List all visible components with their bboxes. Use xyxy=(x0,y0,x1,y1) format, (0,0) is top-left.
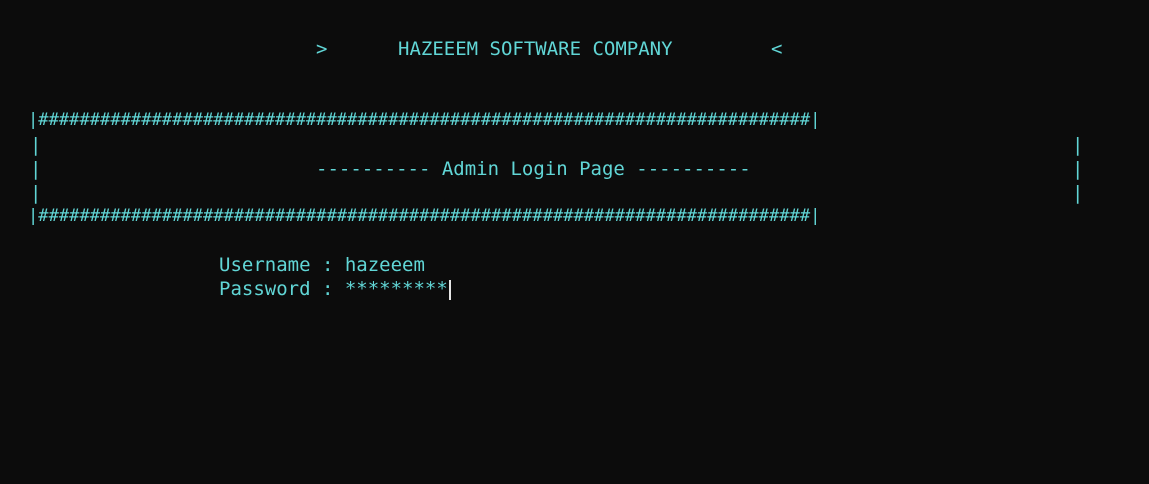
banner-side-right: | xyxy=(1072,158,1084,180)
company-title: HAZEEEM SOFTWARE COMPANY xyxy=(398,38,673,60)
text-cursor xyxy=(448,279,451,300)
banner-bottom-border: |#######################################… xyxy=(28,206,821,226)
password-input[interactable]: ********* xyxy=(345,278,448,300)
admin-login-title: ---------- Admin Login Page ---------- xyxy=(316,158,751,180)
username-label: Username : xyxy=(219,254,345,276)
banner-side-right: | xyxy=(1072,182,1084,204)
header-left-marker: > xyxy=(316,38,328,60)
username-row: Username : hazeeem xyxy=(219,254,425,276)
banner-side-right: | xyxy=(1072,134,1084,156)
password-row: Password : ********* xyxy=(219,278,451,300)
password-label: Password : xyxy=(219,278,345,300)
header-right-marker: < xyxy=(771,38,783,60)
banner-side-left: | xyxy=(30,134,42,156)
console-window[interactable]: > HAZEEEM SOFTWARE COMPANY < |##########… xyxy=(0,0,1149,484)
banner-side-left: | xyxy=(30,182,42,204)
username-input[interactable]: hazeeem xyxy=(345,254,425,276)
banner-top-border: |#######################################… xyxy=(28,110,821,130)
banner-side-left: | xyxy=(30,158,42,180)
